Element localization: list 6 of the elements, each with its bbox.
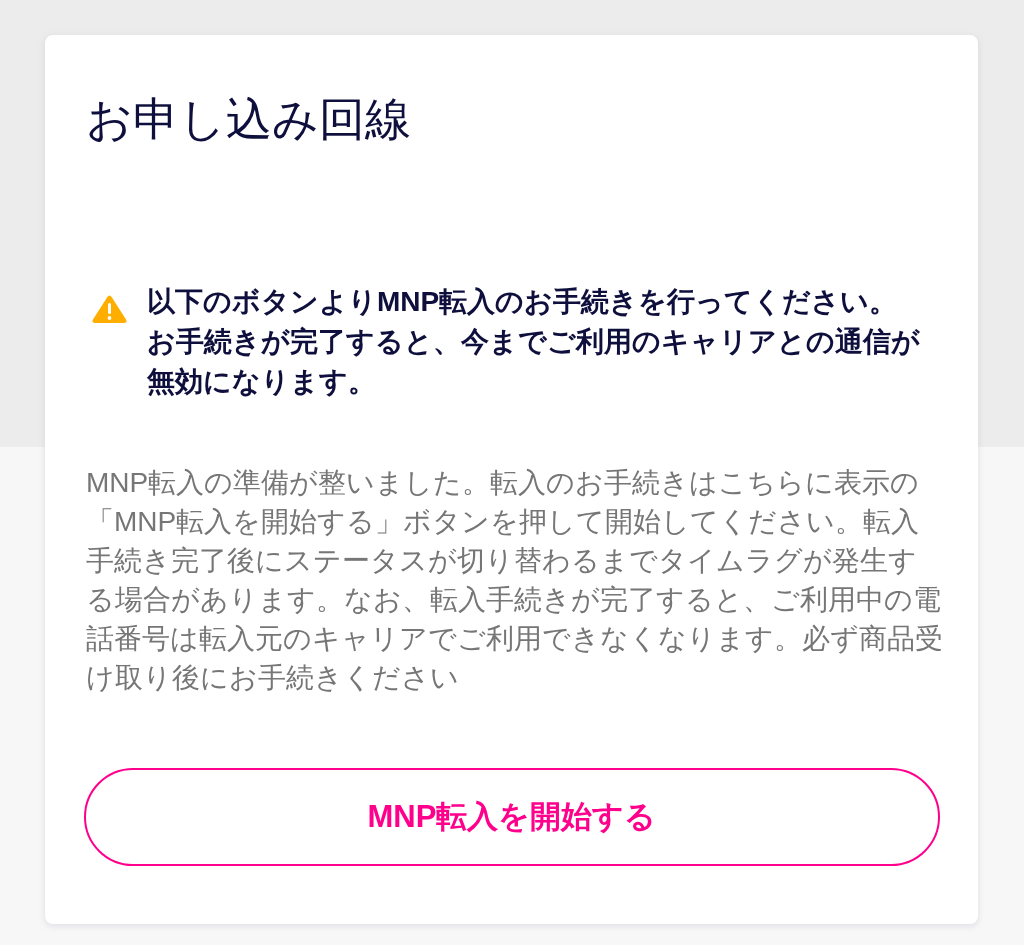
start-mnp-button[interactable]: MNP転入を開始する bbox=[84, 768, 940, 866]
warning-text: 以下のボタンよりMNP転入のお手続きを行ってください。 bbox=[147, 285, 899, 319]
warning-text: お手続きが完了すると、今までご利用のキャリアとの通信が無効になります。 bbox=[147, 325, 921, 399]
description-text: MNP転入の準備が整いました。転入のお手続きはこちらに表示の「MNP転入を開始する」ボタンを押して開始してください。転入手続き完了後にステータスが切り替わるまでタイムラグが発生する場合があります。なお、転入手続きが完了すると、ご利用中の電話番号は転入元のキャリアでご利用できなくなります。必ず商品受け取り後にお手続きください bbox=[86, 466, 943, 695]
warning-icon bbox=[92, 295, 127, 323]
page-title: お申し込み回線 bbox=[86, 92, 412, 147]
